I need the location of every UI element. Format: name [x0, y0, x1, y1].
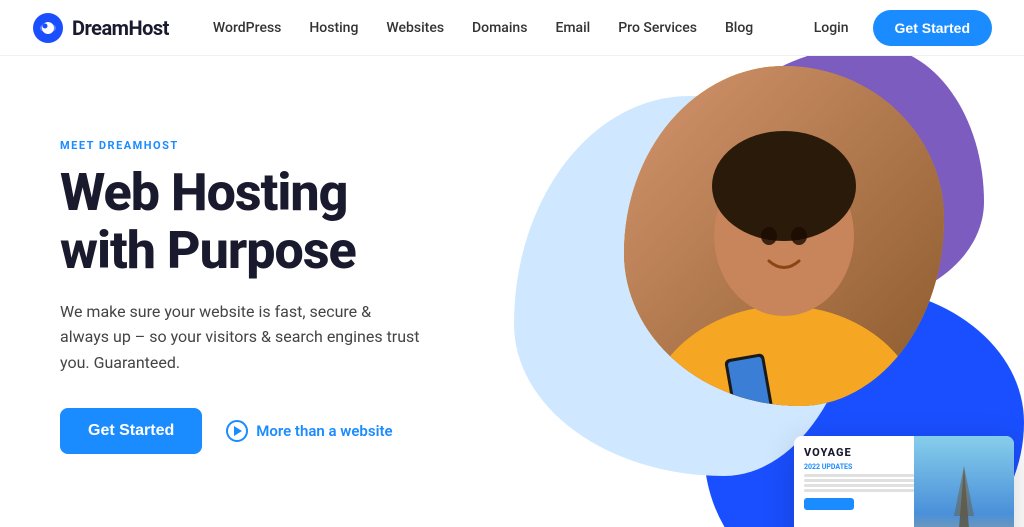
nav-links: WordPress Hosting Websites Domains Email… [201, 14, 802, 42]
nav-item-blog[interactable]: Blog [713, 14, 765, 42]
hero-section: MEET DREAMHOST Web Hosting with Purpose … [0, 56, 1024, 527]
nav-item-websites[interactable]: Websites [374, 14, 456, 42]
hero-subtitle: We make sure your website is fast, secur… [60, 299, 420, 376]
card-image: THE WORLDAROUND [914, 436, 1014, 527]
logo-icon [32, 12, 64, 44]
hero-get-started-button[interactable]: Get Started [60, 408, 202, 454]
play-icon [226, 420, 248, 442]
nav-get-started-button[interactable]: Get Started [873, 10, 992, 46]
nav-item-email[interactable]: Email [543, 14, 602, 42]
login-button[interactable]: Login [802, 14, 861, 42]
hero-title-line1: Web Hosting [60, 162, 347, 223]
hero-title-line2: with Purpose [60, 220, 356, 281]
card-line-4 [804, 489, 922, 492]
eiffel-svg [914, 436, 1014, 527]
brand-name: DreamHost [72, 16, 169, 40]
navbar: DreamHost WordPress Hosting Websites Dom… [0, 0, 1024, 56]
hero-title: Web Hosting with Purpose [60, 164, 540, 278]
website-preview-card: VOYAGE 2022 UPDATES [794, 436, 1014, 527]
nav-item-domains[interactable]: Domains [460, 14, 539, 42]
hero-actions: Get Started More than a website [60, 408, 540, 454]
hero-illustration: VOYAGE 2022 UPDATES [524, 56, 1024, 527]
nav-item-hosting[interactable]: Hosting [297, 14, 370, 42]
card-line-2 [804, 479, 922, 482]
logo[interactable]: DreamHost [32, 12, 169, 44]
hero-content: MEET DREAMHOST Web Hosting with Purpose … [60, 139, 540, 453]
nav-actions: Login Get Started [802, 10, 992, 46]
card-know-more-button[interactable] [804, 498, 854, 510]
nav-item-pro-services[interactable]: Pro Services [606, 14, 709, 42]
more-than-website-link[interactable]: More than a website [226, 420, 392, 442]
play-triangle [234, 426, 242, 436]
more-link-label: More than a website [256, 422, 392, 440]
nav-item-wordpress[interactable]: WordPress [201, 14, 293, 42]
meet-label: MEET DREAMHOST [60, 139, 540, 152]
